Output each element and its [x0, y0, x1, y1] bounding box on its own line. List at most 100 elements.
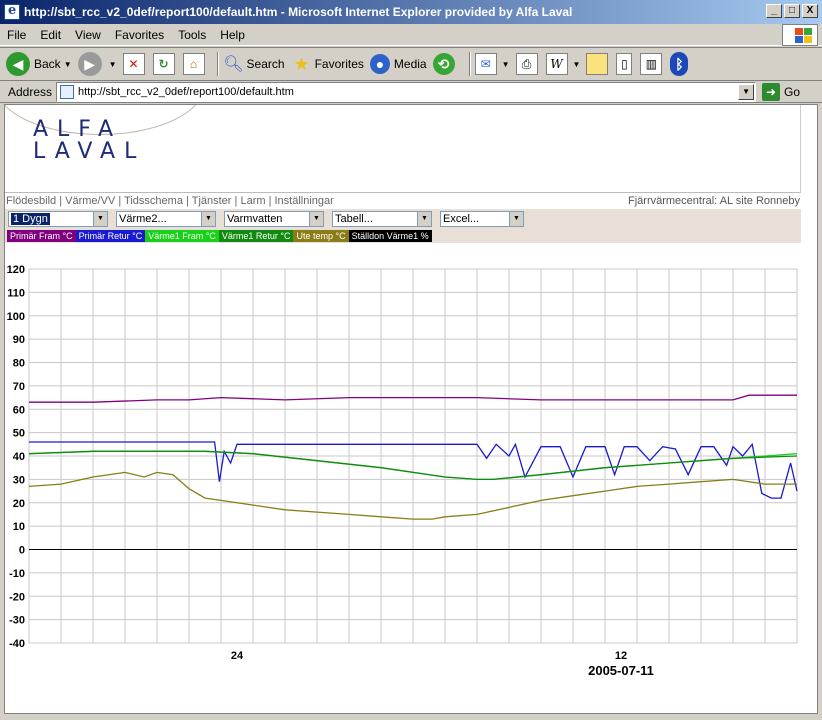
toolbar-separator: [216, 52, 219, 76]
discuss-icon: [586, 53, 609, 75]
mail-icon: ✉: [474, 53, 497, 75]
back-dropdown-icon[interactable]: ▼: [64, 60, 72, 69]
research-button[interactable]: ▥: [640, 53, 664, 75]
back-icon: ◀: [6, 52, 30, 76]
mail-button[interactable]: ✉ ▼: [474, 53, 510, 75]
menu-favorites[interactable]: Favorites: [108, 28, 171, 42]
period-select[interactable]: 1 Dygn ▼: [8, 211, 108, 227]
favorites-button[interactable]: ★ Favorites: [291, 53, 364, 75]
windows-logo-icon: [782, 24, 818, 46]
legend-varme1-retur[interactable]: Värme1 Retur °C: [218, 230, 294, 242]
nav-link-varme-vv[interactable]: Värme/VV: [65, 195, 115, 207]
toolbar: ◀ Back ▼ ▶ ▼ ✕ ↻ ⌂ 🔍︎ Search ★ Favorites…: [0, 47, 822, 81]
discuss-button[interactable]: [586, 53, 610, 75]
menu-bar: File Edit View Favorites Tools Help: [0, 24, 822, 46]
menu-view[interactable]: View: [68, 28, 108, 42]
dropdown-arrow-icon: ▼: [509, 212, 523, 226]
favorites-label: Favorites: [314, 57, 364, 71]
legend-ute-temp[interactable]: Ute temp °C: [293, 230, 349, 242]
y-tick-label: 20: [13, 498, 25, 510]
edit-dropdown-icon[interactable]: ▼: [573, 60, 581, 69]
varmvatten-select[interactable]: Varmvatten ▼: [224, 211, 324, 227]
toolbar-separator: [468, 52, 471, 76]
home-button[interactable]: ⌂: [182, 53, 207, 75]
nav-link-tidsschema[interactable]: Tidsschema: [124, 195, 183, 207]
research-icon: ▥: [640, 53, 663, 75]
tabell-select-value: Tabell...: [335, 213, 373, 225]
nav-link-tjanster[interactable]: Tjänster: [192, 195, 232, 207]
messenger-button[interactable]: ▯: [616, 53, 634, 75]
media-button[interactable]: ● Media: [369, 54, 427, 74]
print-button[interactable]: ⎙: [515, 53, 540, 75]
legend-primar-fram[interactable]: Primär Fram °C: [7, 230, 76, 242]
menu-file[interactable]: File: [0, 28, 33, 42]
y-tick-label: 60: [13, 404, 25, 416]
tabell-select[interactable]: Tabell... ▼: [332, 211, 432, 227]
legend-varme1-fram[interactable]: Värme1 Fram °C: [145, 230, 219, 242]
home-icon: ⌂: [182, 53, 205, 75]
nav-separator: |: [265, 195, 275, 207]
nav-link-flodesbild[interactable]: Flödesbild: [6, 195, 56, 207]
y-tick-label: -40: [9, 638, 25, 650]
forward-icon: ▶: [77, 52, 102, 76]
stop-button[interactable]: ✕: [122, 53, 147, 75]
edit-icon: W: [545, 53, 568, 75]
excel-select-value: Excel...: [443, 213, 480, 225]
address-bar: Address http://sbt_rcc_v2_0def/report100…: [0, 81, 822, 103]
excel-select[interactable]: Excel... ▼: [440, 211, 524, 227]
y-tick-label: 120: [7, 264, 25, 276]
maximize-button[interactable]: □: [784, 4, 800, 18]
menu-help[interactable]: Help: [213, 28, 252, 42]
y-tick-label: 90: [13, 334, 25, 346]
forward-button[interactable]: ▶ ▼: [77, 52, 117, 76]
nav-link-larm[interactable]: Larm: [240, 195, 265, 207]
legend-stalldon-varme1[interactable]: Ställdon Värme1 %: [348, 230, 432, 242]
header-banner: ALFA LAVAL: [5, 105, 801, 193]
title-bar: http://sbt_rcc_v2_0def/report100/default…: [0, 0, 822, 24]
stop-icon: ✕: [122, 53, 145, 75]
alfa-laval-logo: ALFA LAVAL: [33, 119, 145, 163]
y-tick-label: 50: [13, 428, 25, 440]
minimize-button[interactable]: _: [766, 4, 782, 18]
refresh-button[interactable]: ↻: [152, 53, 177, 75]
history-button[interactable]: ⟲: [432, 53, 459, 75]
legend-primar-retur[interactable]: Primär Retur °C: [75, 230, 146, 242]
nav-link-installningar[interactable]: Inställningar: [275, 195, 334, 207]
refresh-icon: ↻: [152, 53, 175, 75]
edit-button[interactable]: W ▼: [545, 53, 581, 75]
ie-icon: [4, 3, 20, 20]
address-dropdown-icon[interactable]: ▼: [738, 83, 755, 100]
search-button[interactable]: 🔍︎ Search: [223, 53, 284, 75]
nav-separator: |: [56, 195, 66, 207]
y-tick-label: 100: [7, 311, 25, 323]
address-input[interactable]: http://sbt_rcc_v2_0def/report100/default…: [56, 81, 757, 102]
y-tick-label: 40: [13, 451, 25, 463]
history-icon: ⟲: [432, 53, 455, 75]
favorites-icon: ★: [293, 53, 310, 74]
go-button[interactable]: ➜ Go: [762, 82, 800, 101]
mail-dropdown-icon[interactable]: ▼: [502, 60, 510, 69]
messenger-icon: ▯: [616, 53, 633, 75]
y-tick-label: -10: [9, 568, 25, 580]
menu-edit[interactable]: Edit: [33, 28, 68, 42]
y-tick-label: -20: [9, 591, 25, 603]
dropdown-arrow-icon: ▼: [201, 212, 215, 226]
y-tick-label: 70: [13, 381, 25, 393]
chart-legend: Primär Fram °C Primär Retur °C Värme1 Fr…: [5, 230, 801, 242]
varme2-select[interactable]: Värme2... ▼: [116, 211, 216, 227]
page-icon: [60, 84, 75, 99]
menu-tools[interactable]: Tools: [171, 28, 213, 42]
address-label: Address: [8, 84, 53, 99]
back-button[interactable]: ◀ Back ▼: [6, 52, 72, 76]
page-content: ALFA LAVAL Flödesbild | Värme/VV | Tidss…: [4, 104, 818, 714]
bluetooth-icon: ᛒ: [670, 52, 689, 76]
search-icon: 🔍︎: [223, 56, 244, 73]
nav-separator: |: [115, 195, 125, 207]
chart-controls: 1 Dygn ▼ Värme2... ▼ Varmvatten ▼ Tabell…: [5, 209, 801, 243]
logo-line-2: LAVAL: [33, 139, 146, 164]
bluetooth-button[interactable]: ᛒ: [670, 52, 692, 76]
y-tick-label: 80: [13, 358, 25, 370]
address-url: http://sbt_rcc_v2_0def/report100/default…: [78, 85, 294, 98]
close-button[interactable]: X: [802, 4, 818, 18]
forward-dropdown-icon[interactable]: ▼: [109, 60, 117, 69]
